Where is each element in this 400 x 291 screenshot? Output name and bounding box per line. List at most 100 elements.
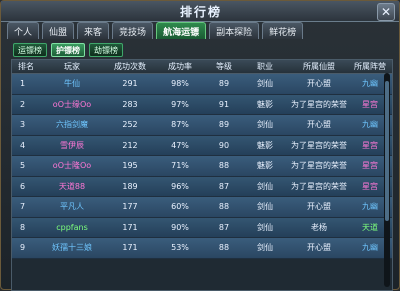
success-rate: 96% bbox=[171, 181, 189, 191]
level: 90 bbox=[218, 140, 230, 150]
camp: 星宫 bbox=[362, 140, 378, 150]
success-count: 195 bbox=[122, 161, 138, 171]
rank-cell: 3 bbox=[20, 120, 26, 130]
table-row[interactable]: 9 妖孺十三娘 171 53% 88 剑仙 开心盟 九幽 bbox=[12, 238, 392, 259]
alliance: 开心盟 bbox=[307, 202, 331, 212]
table-row[interactable]: 4 雪伊辰 212 47% 90 魅影 为了星宫的荣誉 星宫 bbox=[12, 135, 392, 156]
tab-arena[interactable]: 竞技场 bbox=[112, 22, 154, 39]
table-header: 排名 玩家 成功次数 成功率 等级 职业 所属仙盟 所属阵营 bbox=[12, 60, 392, 74]
success-rate: 71% bbox=[171, 161, 189, 171]
rank-cell: 6 bbox=[20, 181, 26, 191]
class: 剑仙 bbox=[257, 202, 273, 212]
tab-alliance[interactable]: 仙盟 bbox=[42, 22, 75, 39]
scrollbar[interactable] bbox=[384, 73, 390, 287]
level: 88 bbox=[218, 202, 230, 212]
sub-tabs: 运镖榜 护镖榜 劫镖榜 bbox=[13, 43, 123, 57]
close-icon[interactable]: ✕ bbox=[377, 3, 395, 21]
scrollbar-thumb[interactable] bbox=[385, 81, 389, 221]
success-rate: 98% bbox=[171, 79, 189, 89]
tab-personal[interactable]: 个人 bbox=[7, 22, 40, 39]
player-name[interactable]: oO士缘Oo bbox=[40, 99, 104, 110]
table-row[interactable]: 5 oO士隆Oo 195 71% 88 魅影 为了星宫的荣誉 星宫 bbox=[12, 156, 392, 177]
level: 87 bbox=[218, 181, 230, 191]
subtab-rob-ranking[interactable]: 劫镖榜 bbox=[89, 43, 123, 57]
level: 88 bbox=[218, 161, 230, 171]
rank-cell: 2 bbox=[20, 99, 26, 109]
level: 88 bbox=[218, 243, 230, 253]
success-count: 171 bbox=[122, 243, 138, 253]
table-row[interactable]: 2 oO士缘Oo 283 97% 91 魅影 为了星宫的荣誉 星宫 bbox=[12, 94, 392, 115]
success-count: 177 bbox=[122, 202, 138, 212]
success-rate: 90% bbox=[171, 222, 189, 232]
header-success-rate: 成功率 bbox=[168, 62, 192, 71]
leaderboard-window: 排行榜 ✕ 个人 仙盟 来客 竞技场 航海运镖 副本探险 鲜花榜 运镖榜 护镖榜… bbox=[0, 0, 400, 291]
alliance: 为了星宫的荣誉 bbox=[291, 99, 347, 109]
rank-cell: 8 bbox=[20, 222, 26, 232]
alliance: 开心盟 bbox=[307, 79, 331, 89]
tab-dungeon[interactable]: 副本探险 bbox=[209, 22, 260, 39]
header-class: 职业 bbox=[257, 62, 273, 71]
table-row[interactable]: 7 平凡人 177 60% 88 剑仙 开心盟 九幽 bbox=[12, 197, 392, 218]
class: 魅影 bbox=[257, 140, 273, 150]
camp: 星宫 bbox=[362, 99, 378, 109]
table-row[interactable]: 6 天道88 189 96% 87 剑仙 为了星宫的荣誉 星宫 bbox=[12, 176, 392, 197]
class: 魅影 bbox=[257, 161, 273, 171]
level: 89 bbox=[218, 79, 230, 89]
ranking-table: 排名 玩家 成功次数 成功率 等级 职业 所属仙盟 所属阵营 1 牛仙 291 … bbox=[11, 59, 393, 291]
camp: 九幽 bbox=[362, 79, 378, 89]
success-count: 283 bbox=[122, 99, 138, 109]
tab-flowers[interactable]: 鲜花榜 bbox=[262, 22, 304, 39]
success-rate: 53% bbox=[171, 243, 189, 253]
player-name[interactable]: cppfans bbox=[40, 223, 104, 232]
class: 剑仙 bbox=[257, 243, 273, 253]
header-level: 等级 bbox=[216, 62, 232, 71]
class: 剑仙 bbox=[257, 181, 273, 191]
camp: 九幽 bbox=[362, 120, 378, 130]
header-success-count: 成功次数 bbox=[114, 62, 146, 71]
player-name[interactable]: 六指剑魔 bbox=[40, 119, 104, 130]
alliance: 为了星宫的荣誉 bbox=[291, 181, 347, 191]
player-name[interactable]: 雪伊辰 bbox=[40, 140, 104, 151]
title-bar: 排行榜 ✕ bbox=[1, 1, 399, 22]
camp: 九幽 bbox=[362, 202, 378, 212]
table-row[interactable]: 8 cppfans 171 90% 87 剑仙 老杨 天道 bbox=[12, 217, 392, 238]
success-rate: 47% bbox=[171, 140, 189, 150]
class: 剑仙 bbox=[257, 222, 273, 232]
success-count: 189 bbox=[122, 181, 138, 191]
rank-cell: 9 bbox=[20, 243, 26, 253]
player-name[interactable]: 天道88 bbox=[40, 181, 104, 192]
player-name[interactable]: 平凡人 bbox=[40, 201, 104, 212]
rank-cell: 1 bbox=[20, 79, 26, 89]
rank-cell: 4 bbox=[20, 140, 26, 150]
success-count: 291 bbox=[122, 79, 138, 89]
success-count: 252 bbox=[122, 120, 138, 130]
subtab-guard-ranking[interactable]: 护镖榜 bbox=[51, 43, 85, 57]
alliance: 老杨 bbox=[311, 222, 327, 232]
success-rate: 87% bbox=[171, 120, 189, 130]
camp: 九幽 bbox=[362, 243, 378, 253]
main-tabs: 个人 仙盟 来客 竞技场 航海运镖 副本探险 鲜花榜 bbox=[7, 22, 397, 39]
table-row[interactable]: 3 六指剑魔 252 87% 89 剑仙 开心盟 九幽 bbox=[12, 115, 392, 136]
level: 89 bbox=[218, 120, 230, 130]
table-row[interactable]: 1 牛仙 291 98% 89 剑仙 开心盟 九幽 bbox=[12, 74, 392, 95]
player-name[interactable]: 牛仙 bbox=[40, 78, 104, 89]
camp: 星宫 bbox=[362, 181, 378, 191]
subtab-escort-ranking[interactable]: 运镖榜 bbox=[13, 43, 47, 57]
player-name[interactable]: oO士隆Oo bbox=[40, 160, 104, 171]
level: 91 bbox=[218, 99, 230, 109]
success-count: 212 bbox=[122, 140, 138, 150]
alliance: 开心盟 bbox=[307, 120, 331, 130]
header-player: 玩家 bbox=[64, 62, 80, 71]
window-title: 排行榜 bbox=[179, 5, 222, 19]
class: 剑仙 bbox=[257, 79, 273, 89]
player-name[interactable]: 妖孺十三娘 bbox=[40, 242, 104, 253]
camp: 天道 bbox=[362, 222, 378, 232]
header-camp: 所属阵营 bbox=[354, 62, 386, 71]
tab-sea-escort[interactable]: 航海运镖 bbox=[156, 22, 207, 39]
class: 剑仙 bbox=[257, 120, 273, 130]
alliance: 为了星宫的荣誉 bbox=[291, 161, 347, 171]
camp: 星宫 bbox=[362, 161, 378, 171]
tab-guest[interactable]: 来客 bbox=[77, 22, 110, 39]
header-rank: 排名 bbox=[18, 62, 34, 71]
success-rate: 97% bbox=[171, 99, 189, 109]
